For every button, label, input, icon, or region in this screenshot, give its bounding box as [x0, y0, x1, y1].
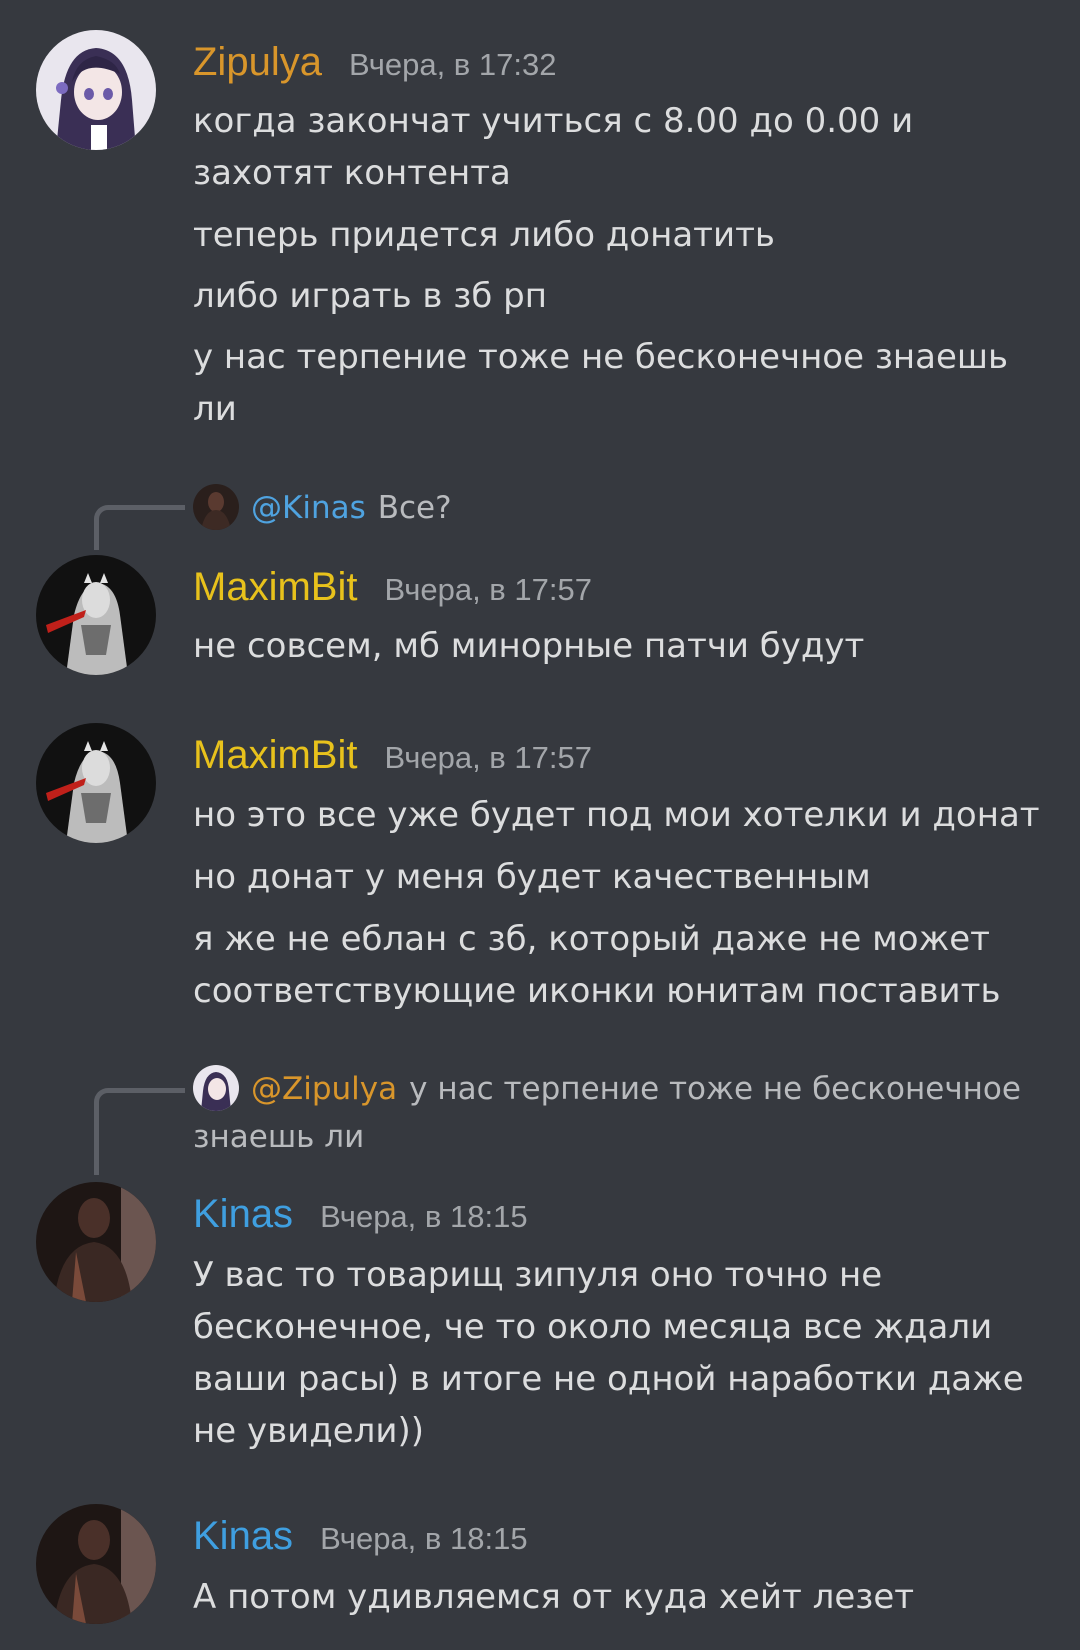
message-header: Kinas Вчера, в 18:15	[193, 1192, 528, 1237]
message-text: бесконечное, че то около месяца все ждал…	[193, 1307, 993, 1347]
message-text: ваши расы) в итоге не одной наработки да…	[193, 1359, 1024, 1399]
message-text: соответствующие иконки юнитам поставить	[193, 971, 1001, 1011]
message-text: А потом удивляемся от куда хейт лезет	[193, 1577, 915, 1617]
message-text: У вас то товарищ зипуля оно точно не	[193, 1255, 883, 1295]
timestamp: Вчера, в 17:57	[384, 740, 592, 775]
message-text: либо играть в зб рп	[193, 276, 547, 316]
message-text: не увидели))	[193, 1411, 424, 1451]
message-text: захотят контента	[193, 153, 511, 193]
reply-avatar-zipulya	[193, 1064, 239, 1111]
message-text: но это все уже будет под мои хотелки и д…	[193, 795, 1040, 835]
avatar-maximbit[interactable]	[36, 555, 156, 675]
message-header: MaximBit Вчера, в 17:57	[193, 733, 592, 778]
reply-text: у нас терпение тоже не бесконечное	[409, 1071, 1021, 1107]
message-text: не совсем, мб минорные патчи будут	[193, 626, 865, 666]
reply-text: Все?	[377, 490, 452, 526]
reply-avatar-kinas	[193, 483, 239, 530]
message-text: у нас терпение тоже не бесконечное знаеш…	[193, 337, 1009, 377]
reply-connector	[94, 505, 185, 550]
avatar-kinas[interactable]	[36, 1182, 156, 1302]
username[interactable]: Zipulya	[193, 40, 322, 84]
avatar-kinas[interactable]	[36, 1504, 156, 1624]
message-text: ли	[193, 389, 237, 429]
reply-connector	[94, 1088, 185, 1175]
timestamp: Вчера, в 18:15	[320, 1199, 528, 1234]
message-text: но донат у меня будет качественным	[193, 857, 871, 897]
reply-reference[interactable]: @Kinas Все?	[193, 483, 1053, 533]
message-header: MaximBit Вчера, в 17:57	[193, 565, 592, 610]
message-text: теперь придется либо донатить	[193, 215, 775, 255]
timestamp: Вчера, в 18:15	[320, 1521, 528, 1556]
username[interactable]: Kinas	[193, 1514, 293, 1558]
username[interactable]: MaximBit	[193, 565, 357, 609]
username[interactable]: MaximBit	[193, 733, 357, 777]
message-header: Zipulya Вчера, в 17:32	[193, 40, 556, 85]
username[interactable]: Kinas	[193, 1192, 293, 1236]
message-text: когда закончат учиться с 8.00 до 0.00 и	[193, 101, 914, 141]
reply-mention[interactable]: @Zipulya	[251, 1071, 397, 1107]
reply-mention[interactable]: @Kinas	[251, 490, 366, 526]
reply-reference[interactable]: @Zipulya у нас терпение тоже не бесконечн…	[193, 1064, 1053, 1160]
message-header: Kinas Вчера, в 18:15	[193, 1514, 528, 1559]
avatar-zipulya[interactable]	[36, 30, 156, 150]
timestamp: Вчера, в 17:57	[384, 572, 592, 607]
message-text: я же не еблан с зб, который даже не може…	[193, 919, 990, 959]
reply-text: знаешь ли	[193, 1118, 365, 1155]
avatar-maximbit[interactable]	[36, 723, 156, 843]
timestamp: Вчера, в 17:32	[349, 47, 557, 82]
